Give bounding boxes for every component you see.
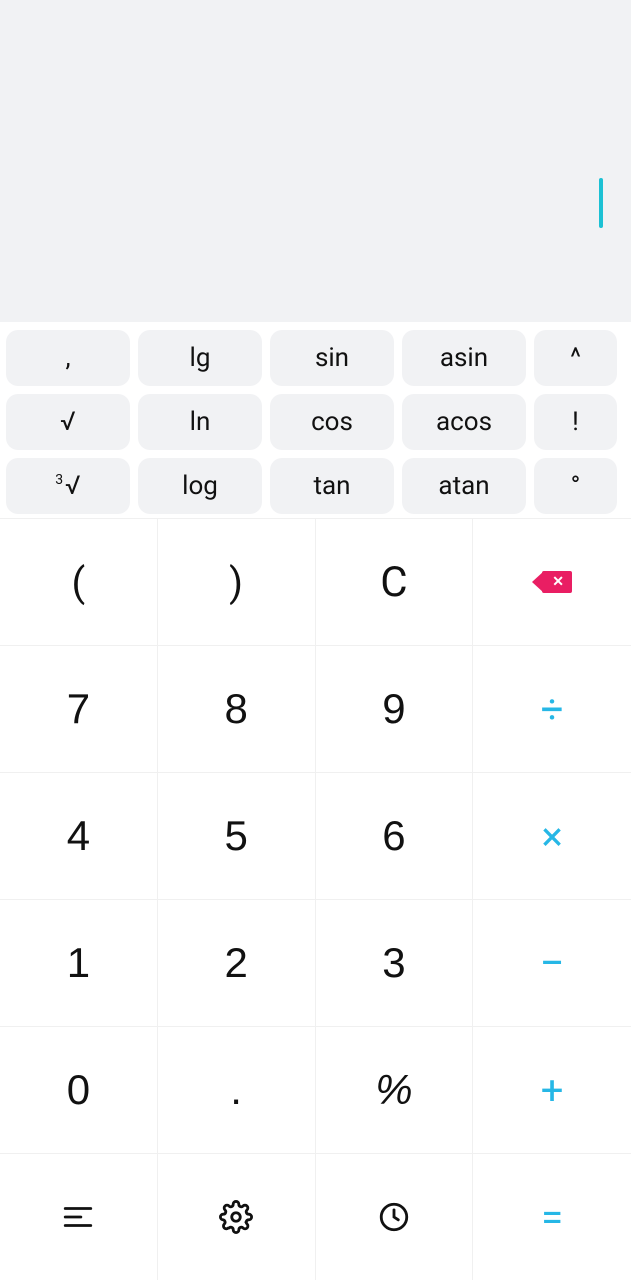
dot-label: . (230, 1066, 242, 1114)
equals-label: = (541, 1194, 563, 1241)
menu-button[interactable] (0, 1153, 158, 1280)
rparen-button[interactable]: ) (158, 518, 316, 645)
percent-label: % (375, 1066, 412, 1114)
digit-1-button[interactable]: 1 (0, 899, 158, 1026)
sci-row-2: √ ln cos acos ! (6, 394, 625, 450)
multiply-button[interactable]: × (473, 772, 631, 899)
digit-6-button[interactable]: 6 (316, 772, 474, 899)
asin-label: asin (440, 343, 488, 373)
lg-label: lg (190, 343, 211, 373)
lparen-label: ( (72, 559, 86, 606)
plus-button[interactable]: + (473, 1026, 631, 1153)
sci-row-1: , lg sin asin ^ (6, 330, 625, 386)
plus-label: + (541, 1067, 564, 1114)
sin-label: sin (315, 343, 349, 373)
digit-5-button[interactable]: 5 (158, 772, 316, 899)
clock-icon (377, 1200, 411, 1234)
factorial-button[interactable]: ! (534, 394, 617, 450)
digit-2-label: 2 (224, 939, 247, 987)
atan-label: atan (438, 471, 489, 501)
sqrt-label: √ (60, 407, 76, 437)
log-button[interactable]: log (138, 458, 262, 514)
comma-label: , (65, 343, 70, 373)
settings-button[interactable] (158, 1153, 316, 1280)
tan-button[interactable]: tan (270, 458, 394, 514)
divide-button[interactable]: ÷ (473, 645, 631, 772)
sci-row-3: 3√ log tan atan ° (6, 458, 625, 514)
dot-button[interactable]: . (158, 1026, 316, 1153)
calculator-app: , lg sin asin ^ √ ln cos acos ! 3√ log t… (0, 0, 631, 1280)
cos-label: cos (311, 407, 353, 437)
cbrt-button[interactable]: 3√ (6, 458, 130, 514)
clear-button[interactable]: C (316, 518, 474, 645)
digit-0-label: 0 (67, 1066, 90, 1114)
digit-6-label: 6 (382, 812, 405, 860)
rparen-label: ) (229, 559, 243, 606)
cos-button[interactable]: cos (270, 394, 394, 450)
digit-3-label: 3 (382, 939, 405, 987)
digit-7-label: 7 (67, 685, 90, 733)
sqrt-button[interactable]: √ (6, 394, 130, 450)
lparen-button[interactable]: ( (0, 518, 158, 645)
cursor-icon (599, 178, 603, 228)
sin-button[interactable]: sin (270, 330, 394, 386)
comma-button[interactable]: , (6, 330, 130, 386)
tan-label: tan (313, 471, 350, 501)
digit-8-label: 8 (224, 685, 247, 733)
digit-2-button[interactable]: 2 (158, 899, 316, 1026)
backspace-button[interactable]: ✕ (473, 518, 631, 645)
equals-button[interactable]: = (473, 1153, 631, 1280)
log-label: log (182, 471, 218, 501)
acos-label: acos (436, 407, 492, 437)
digit-7-button[interactable]: 7 (0, 645, 158, 772)
digit-3-button[interactable]: 3 (316, 899, 474, 1026)
menu-icon (61, 1200, 95, 1234)
factorial-label: ! (572, 407, 579, 437)
divide-label: ÷ (541, 686, 564, 733)
atan-button[interactable]: atan (402, 458, 526, 514)
minus-button[interactable]: − (473, 899, 631, 1026)
asin-button[interactable]: asin (402, 330, 526, 386)
digit-9-button[interactable]: 9 (316, 645, 474, 772)
digit-8-button[interactable]: 8 (158, 645, 316, 772)
percent-button[interactable]: % (316, 1026, 474, 1153)
digit-4-button[interactable]: 4 (0, 772, 158, 899)
degree-button[interactable]: ° (534, 458, 617, 514)
power-button[interactable]: ^ (534, 330, 617, 386)
clear-label: C (380, 558, 407, 607)
scientific-pad: , lg sin asin ^ √ ln cos acos ! 3√ log t… (0, 322, 631, 518)
power-label: ^ (570, 343, 581, 373)
multiply-label: × (541, 813, 562, 860)
minus-label: − (540, 937, 565, 989)
lg-button[interactable]: lg (138, 330, 262, 386)
digit-1-label: 1 (67, 939, 90, 987)
backspace-icon: ✕ (532, 571, 572, 593)
degree-label: ° (571, 471, 581, 501)
digit-0-button[interactable]: 0 (0, 1026, 158, 1153)
digit-9-label: 9 (382, 685, 405, 733)
ln-label: ln (190, 407, 211, 437)
history-button[interactable] (316, 1153, 474, 1280)
main-pad: ( ) C ✕ 7 8 9 ÷ 4 5 6 × 1 2 3 − 0 . % + (0, 518, 631, 1280)
digit-4-label: 4 (67, 812, 90, 860)
digit-5-label: 5 (224, 812, 247, 860)
cbrt-label: 3√ (55, 471, 80, 501)
display-area[interactable] (0, 0, 631, 322)
gear-icon (219, 1200, 253, 1234)
acos-button[interactable]: acos (402, 394, 526, 450)
ln-button[interactable]: ln (138, 394, 262, 450)
